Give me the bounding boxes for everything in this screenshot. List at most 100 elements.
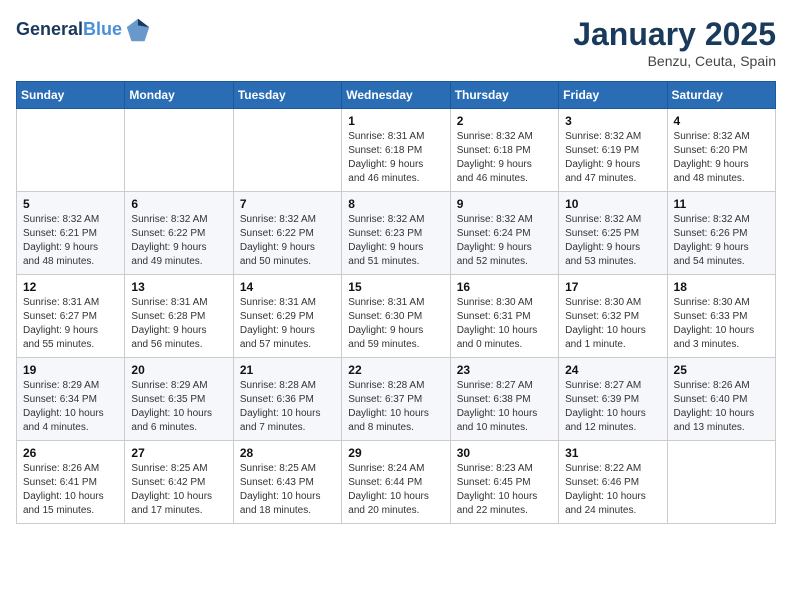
calendar-cell: 8Sunrise: 8:32 AM Sunset: 6:23 PM Daylig… xyxy=(342,192,450,275)
day-number: 14 xyxy=(240,280,336,294)
day-info: Sunrise: 8:24 AM Sunset: 6:44 PM Dayligh… xyxy=(348,462,444,518)
day-info: Sunrise: 8:25 AM Sunset: 6:42 PM Dayligh… xyxy=(131,462,227,518)
calendar-cell: 5 Sunrise: 8:32 AM Sunset: 6:21 PM Daylig… xyxy=(17,192,125,275)
calendar-cell: 7 Sunrise: 8:32 AM Sunset: 6:22 PM Daylig… xyxy=(233,192,341,275)
calendar-cell: 21Sunrise: 8:28 AM Sunset: 6:36 PM Dayli… xyxy=(233,358,341,441)
day-number: 5 xyxy=(23,197,119,211)
day-info: Sunrise: 8:31 AM Sunset: 6:30 PM Dayligh… xyxy=(348,296,444,352)
day-number: 20 xyxy=(131,363,227,377)
calendar-cell: 30 Sunrise: 8:23 AM Sunset: 6:45 PM Dayli… xyxy=(450,441,558,524)
week-row-3: 12Sunrise: 8:31 AM Sunset: 6:27 PM Dayli… xyxy=(17,275,776,358)
day-number: 15 xyxy=(348,280,444,294)
month-title: January 2025 xyxy=(573,16,776,53)
day-number: 25 xyxy=(674,363,770,377)
day-number: 2 xyxy=(457,114,553,128)
week-row-5: 26Sunrise: 8:26 AM Sunset: 6:41 PM Dayli… xyxy=(17,441,776,524)
day-number: 6 xyxy=(131,197,227,211)
day-number: 23 xyxy=(457,363,553,377)
calendar-cell: 17Sunrise: 8:30 AM Sunset: 6:32 PM Dayli… xyxy=(559,275,667,358)
weekday-header-tuesday: Tuesday xyxy=(233,82,341,109)
calendar-cell: 31 Sunrise: 8:22 AM Sunset: 6:46 PM Dayli… xyxy=(559,441,667,524)
location-subtitle: Benzu, Ceuta, Spain xyxy=(573,53,776,69)
weekday-header-friday: Friday xyxy=(559,82,667,109)
calendar-cell: 27 Sunrise: 8:25 AM Sunset: 6:42 PM Dayli… xyxy=(125,441,233,524)
day-info: Sunrise: 8:32 AM Sunset: 6:22 PM Dayligh… xyxy=(240,213,336,269)
calendar-cell: 9Sunrise: 8:32 AM Sunset: 6:24 PM Daylig… xyxy=(450,192,558,275)
week-row-4: 19 Sunrise: 8:29 AM Sunset: 6:34 PM Dayli… xyxy=(17,358,776,441)
day-info: Sunrise: 8:32 AM Sunset: 6:20 PM Dayligh… xyxy=(674,130,770,186)
day-info: Sunrise: 8:32 AM Sunset: 6:26 PM Dayligh… xyxy=(674,213,770,269)
day-number: 12 xyxy=(23,280,119,294)
day-info: Sunrise: 8:27 AM Sunset: 6:39 PM Dayligh… xyxy=(565,379,661,435)
calendar-cell: 11 Sunrise: 8:32 AM Sunset: 6:26 PM Dayli… xyxy=(667,192,775,275)
day-number: 24 xyxy=(565,363,661,377)
calendar-cell: 29 Sunrise: 8:24 AM Sunset: 6:44 PM Dayli… xyxy=(342,441,450,524)
calendar-cell: 16Sunrise: 8:30 AM Sunset: 6:31 PM Dayli… xyxy=(450,275,558,358)
calendar-cell: 24 Sunrise: 8:27 AM Sunset: 6:39 PM Dayli… xyxy=(559,358,667,441)
weekday-header-sunday: Sunday xyxy=(17,82,125,109)
calendar-cell: 18Sunrise: 8:30 AM Sunset: 6:33 PM Dayli… xyxy=(667,275,775,358)
weekday-header-row: SundayMondayTuesdayWednesdayThursdayFrid… xyxy=(17,82,776,109)
weekday-header-saturday: Saturday xyxy=(667,82,775,109)
weekday-header-thursday: Thursday xyxy=(450,82,558,109)
calendar-cell: 3Sunrise: 8:32 AM Sunset: 6:19 PM Daylig… xyxy=(559,109,667,192)
day-info: Sunrise: 8:23 AM Sunset: 6:45 PM Dayligh… xyxy=(457,462,553,518)
calendar-cell: 28 Sunrise: 8:25 AM Sunset: 6:43 PM Dayli… xyxy=(233,441,341,524)
logo-text: GeneralBlue xyxy=(16,20,122,40)
day-number: 18 xyxy=(674,280,770,294)
day-number: 17 xyxy=(565,280,661,294)
day-number: 1 xyxy=(348,114,444,128)
day-info: Sunrise: 8:26 AM Sunset: 6:41 PM Dayligh… xyxy=(23,462,119,518)
calendar-table: SundayMondayTuesdayWednesdayThursdayFrid… xyxy=(16,81,776,524)
logo: GeneralBlue xyxy=(16,16,152,44)
calendar-cell: 23 Sunrise: 8:27 AM Sunset: 6:38 PM Dayli… xyxy=(450,358,558,441)
logo-icon xyxy=(124,16,152,44)
week-row-1: 1 Sunrise: 8:31 AM Sunset: 6:18 PM Daylig… xyxy=(17,109,776,192)
calendar-cell: 14 Sunrise: 8:31 AM Sunset: 6:29 PM Dayli… xyxy=(233,275,341,358)
day-info: Sunrise: 8:32 AM Sunset: 6:19 PM Dayligh… xyxy=(565,130,661,186)
day-number: 13 xyxy=(131,280,227,294)
day-info: Sunrise: 8:26 AM Sunset: 6:40 PM Dayligh… xyxy=(674,379,770,435)
calendar-cell xyxy=(667,441,775,524)
day-number: 31 xyxy=(565,446,661,460)
calendar-cell: 26Sunrise: 8:26 AM Sunset: 6:41 PM Dayli… xyxy=(17,441,125,524)
day-number: 11 xyxy=(674,197,770,211)
day-number: 30 xyxy=(457,446,553,460)
calendar-cell: 6 Sunrise: 8:32 AM Sunset: 6:22 PM Daylig… xyxy=(125,192,233,275)
day-info: Sunrise: 8:27 AM Sunset: 6:38 PM Dayligh… xyxy=(457,379,553,435)
calendar-cell: 22Sunrise: 8:28 AM Sunset: 6:37 PM Dayli… xyxy=(342,358,450,441)
day-info: Sunrise: 8:32 AM Sunset: 6:22 PM Dayligh… xyxy=(131,213,227,269)
calendar-cell: 20Sunrise: 8:29 AM Sunset: 6:35 PM Dayli… xyxy=(125,358,233,441)
day-number: 27 xyxy=(131,446,227,460)
day-info: Sunrise: 8:22 AM Sunset: 6:46 PM Dayligh… xyxy=(565,462,661,518)
day-info: Sunrise: 8:32 AM Sunset: 6:25 PM Dayligh… xyxy=(565,213,661,269)
day-info: Sunrise: 8:32 AM Sunset: 6:23 PM Dayligh… xyxy=(348,213,444,269)
calendar-cell: 1 Sunrise: 8:31 AM Sunset: 6:18 PM Daylig… xyxy=(342,109,450,192)
day-info: Sunrise: 8:31 AM Sunset: 6:18 PM Dayligh… xyxy=(348,130,444,186)
calendar-cell: 19 Sunrise: 8:29 AM Sunset: 6:34 PM Dayli… xyxy=(17,358,125,441)
calendar-cell xyxy=(125,109,233,192)
page-header: GeneralBlue January 2025 Benzu, Ceuta, S… xyxy=(16,16,776,69)
day-info: Sunrise: 8:29 AM Sunset: 6:34 PM Dayligh… xyxy=(23,379,119,435)
day-info: Sunrise: 8:32 AM Sunset: 6:21 PM Dayligh… xyxy=(23,213,119,269)
day-number: 28 xyxy=(240,446,336,460)
day-info: Sunrise: 8:28 AM Sunset: 6:36 PM Dayligh… xyxy=(240,379,336,435)
day-number: 10 xyxy=(565,197,661,211)
day-number: 19 xyxy=(23,363,119,377)
calendar-cell: 2 Sunrise: 8:32 AM Sunset: 6:18 PM Daylig… xyxy=(450,109,558,192)
day-info: Sunrise: 8:31 AM Sunset: 6:28 PM Dayligh… xyxy=(131,296,227,352)
calendar-cell: 25 Sunrise: 8:26 AM Sunset: 6:40 PM Dayli… xyxy=(667,358,775,441)
day-number: 29 xyxy=(348,446,444,460)
day-info: Sunrise: 8:30 AM Sunset: 6:31 PM Dayligh… xyxy=(457,296,553,352)
day-info: Sunrise: 8:32 AM Sunset: 6:18 PM Dayligh… xyxy=(457,130,553,186)
calendar-cell: 10 Sunrise: 8:32 AM Sunset: 6:25 PM Dayli… xyxy=(559,192,667,275)
day-number: 7 xyxy=(240,197,336,211)
calendar-cell: 15 Sunrise: 8:31 AM Sunset: 6:30 PM Dayli… xyxy=(342,275,450,358)
day-info: Sunrise: 8:31 AM Sunset: 6:29 PM Dayligh… xyxy=(240,296,336,352)
week-row-2: 5 Sunrise: 8:32 AM Sunset: 6:21 PM Daylig… xyxy=(17,192,776,275)
day-info: Sunrise: 8:25 AM Sunset: 6:43 PM Dayligh… xyxy=(240,462,336,518)
weekday-header-wednesday: Wednesday xyxy=(342,82,450,109)
calendar-cell xyxy=(17,109,125,192)
title-block: January 2025 Benzu, Ceuta, Spain xyxy=(573,16,776,69)
calendar-cell: 4Sunrise: 8:32 AM Sunset: 6:20 PM Daylig… xyxy=(667,109,775,192)
